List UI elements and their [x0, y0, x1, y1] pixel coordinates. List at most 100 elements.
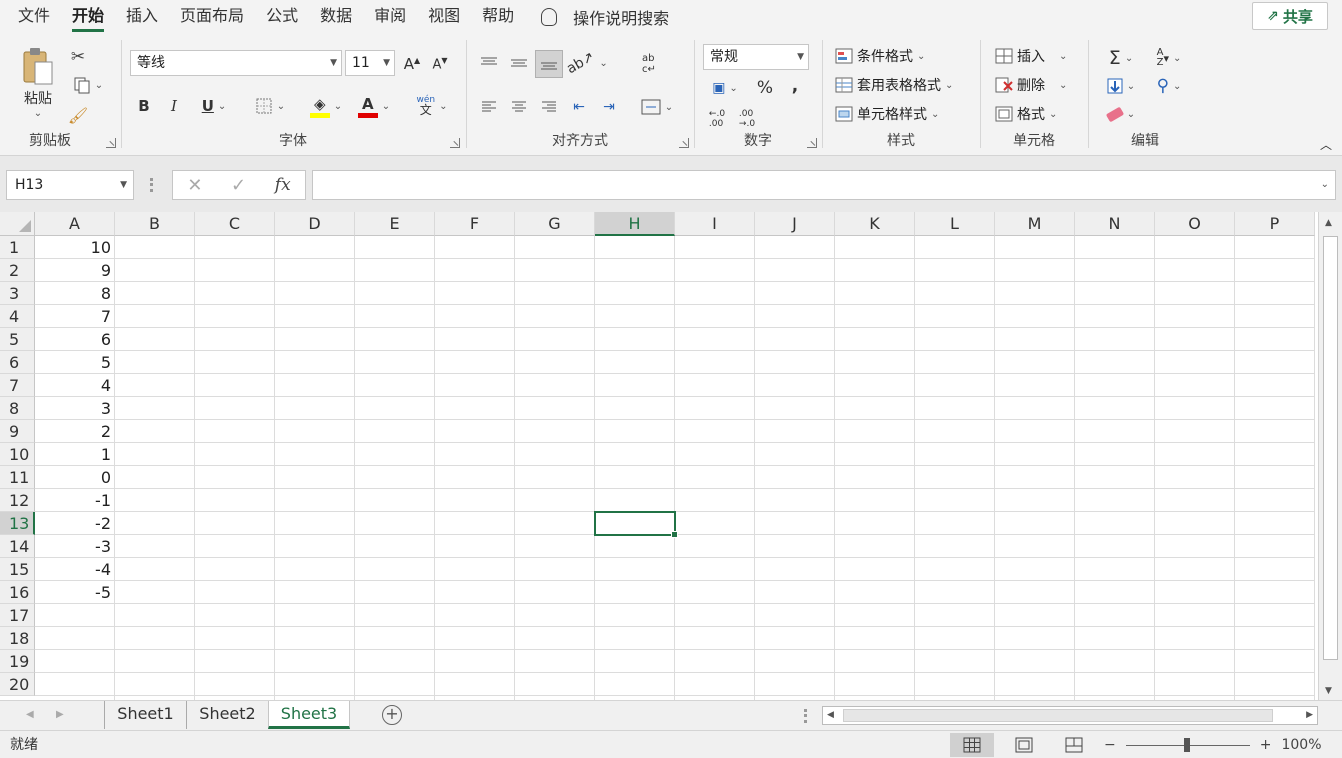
fill-color-button[interactable]: ◈ ⌄ [304, 92, 348, 120]
paste-button[interactable]: 粘贴 ⌄ [16, 42, 60, 122]
share-button[interactable]: ⇗ 共享 [1252, 2, 1328, 30]
menu-tab-insert[interactable]: 插入 [115, 0, 169, 34]
row-header[interactable]: 19 [0, 650, 35, 673]
row-header[interactable]: 6 [0, 351, 35, 374]
prev-sheet-icon[interactable]: ◀ [26, 701, 34, 729]
cell-value[interactable]: -4 [35, 558, 115, 581]
number-format-combo[interactable]: 常规 ▼ [703, 44, 809, 70]
middle-align-button[interactable] [505, 50, 533, 76]
add-sheet-icon[interactable]: + [382, 705, 402, 725]
font-name-combo[interactable]: 等线 ▼ [130, 50, 342, 76]
cell-value[interactable]: -5 [35, 581, 115, 604]
column-header[interactable]: B [115, 212, 195, 236]
format-painter-button[interactable]: 🖌 [66, 104, 90, 126]
active-cell[interactable] [594, 511, 678, 538]
scroll-right-icon[interactable]: ▶ [1306, 707, 1313, 724]
scroll-up-icon[interactable]: ▲ [1325, 218, 1332, 228]
column-header[interactable]: P [1235, 212, 1315, 236]
cell-value[interactable]: 5 [35, 351, 115, 374]
page-layout-view-button[interactable] [1002, 733, 1046, 757]
horizontal-scrollbar[interactable]: ◀ ▶ [822, 706, 1318, 725]
fill-button[interactable]: ⌄ [1099, 74, 1143, 98]
accounting-format-button[interactable]: ▣ ⌄ [703, 76, 747, 100]
clear-button[interactable]: ⌄ [1099, 102, 1143, 126]
column-header[interactable]: E [355, 212, 435, 236]
column-header[interactable]: O [1155, 212, 1235, 236]
row-header[interactable]: 18 [0, 627, 35, 650]
column-header[interactable]: I [675, 212, 755, 236]
sheet-tab-sheet2[interactable]: Sheet2 [186, 701, 268, 729]
formula-input[interactable]: ⌄ [312, 170, 1336, 200]
cell-value[interactable]: 2 [35, 420, 115, 443]
horizontal-scroll-thumb[interactable] [843, 709, 1273, 722]
comma-button[interactable]: , [783, 74, 807, 98]
row-header[interactable]: 14 [0, 535, 35, 558]
cell-value[interactable]: 3 [35, 397, 115, 420]
clipboard-launcher-icon[interactable] [106, 138, 116, 148]
row-header[interactable]: 7 [0, 374, 35, 397]
zoom-out-button[interactable]: − [1104, 737, 1116, 753]
column-header[interactable]: J [755, 212, 835, 236]
row-header[interactable]: 17 [0, 604, 35, 627]
collapse-ribbon-button[interactable]: ︿ [1316, 136, 1336, 152]
sheet-tab-sheet1[interactable]: Sheet1 [104, 701, 186, 729]
next-sheet-icon[interactable]: ▶ [56, 701, 64, 729]
menu-tab-formulas[interactable]: 公式 [255, 0, 309, 34]
row-header[interactable]: 5 [0, 328, 35, 351]
autosum-button[interactable]: Σ ⌄ [1099, 46, 1143, 70]
row-header[interactable]: 4 [0, 305, 35, 328]
cancel-icon[interactable]: ✕ [187, 175, 202, 196]
font-color-button[interactable]: A ⌄ [352, 92, 396, 120]
column-header[interactable]: C [195, 212, 275, 236]
increase-font-button[interactable]: A▲ [400, 52, 424, 76]
cell-value[interactable]: -2 [35, 512, 115, 535]
tell-me-search[interactable]: 操作说明搜索 [541, 5, 669, 29]
select-all-corner[interactable] [0, 212, 35, 236]
orientation-button[interactable]: ab↗ ⌄ [564, 49, 608, 77]
chevron-down-icon[interactable]: ⌄ [1321, 171, 1329, 199]
column-header[interactable]: N [1075, 212, 1155, 236]
row-header[interactable]: 10 [0, 443, 35, 466]
row-header[interactable]: 20 [0, 673, 35, 696]
cell-value[interactable]: 4 [35, 374, 115, 397]
decrease-decimal-button[interactable]: .00 →.0 [733, 106, 761, 132]
sort-filter-button[interactable]: A Z ▾ ⌄ [1147, 46, 1191, 70]
increase-decimal-button[interactable]: ←.0.00 [703, 106, 731, 132]
borders-button[interactable]: ⌄ [248, 94, 292, 118]
menu-tab-home[interactable]: 开始 [61, 0, 115, 34]
column-header[interactable]: M [995, 212, 1075, 236]
conditional-format-button[interactable]: 条件格式 ⌄ [835, 46, 925, 66]
merge-center-button[interactable]: ⌄ [635, 94, 679, 120]
cell-value[interactable]: 9 [35, 259, 115, 282]
decrease-font-button[interactable]: A▼ [428, 52, 452, 76]
phonetic-button[interactable]: wén 文 ⌄ [410, 92, 454, 120]
zoom-level[interactable]: 100% [1281, 737, 1321, 753]
column-header[interactable]: D [275, 212, 355, 236]
row-header[interactable]: 11 [0, 466, 35, 489]
format-cells-button[interactable]: 格式 ⌄ [995, 104, 1057, 124]
scroll-left-icon[interactable]: ◀ [827, 707, 834, 724]
cell-value[interactable]: 6 [35, 328, 115, 351]
cell-value[interactable]: 7 [35, 305, 115, 328]
row-header[interactable]: 9 [0, 420, 35, 443]
row-header[interactable]: 1 [0, 236, 35, 259]
sheet-tab-sheet3[interactable]: Sheet3 [268, 701, 350, 729]
delete-cells-button[interactable]: 删除 ⌄ [995, 75, 1067, 95]
insert-cells-button[interactable]: 插入 ⌄ [995, 46, 1067, 66]
row-header[interactable]: 15 [0, 558, 35, 581]
font-size-combo[interactable]: 11 ▼ [345, 50, 395, 76]
zoom-slider[interactable] [1125, 737, 1250, 752]
menu-tab-view[interactable]: 视图 [417, 0, 471, 34]
vertical-scrollbar[interactable]: ▲ ▼ [1318, 212, 1342, 700]
underline-button[interactable]: U ⌄ [192, 94, 236, 118]
cell-value[interactable]: -3 [35, 535, 115, 558]
column-header[interactable]: H [595, 212, 675, 236]
menu-tab-page-layout[interactable]: 页面布局 [169, 0, 255, 34]
italic-button[interactable]: I [162, 94, 186, 118]
right-align-button[interactable] [535, 94, 563, 120]
normal-view-button[interactable] [950, 733, 994, 757]
cut-button[interactable]: ✂ [66, 46, 90, 68]
cell-value[interactable]: 0 [35, 466, 115, 489]
left-align-button[interactable] [475, 94, 503, 120]
zoom-in-button[interactable]: + [1260, 737, 1272, 753]
